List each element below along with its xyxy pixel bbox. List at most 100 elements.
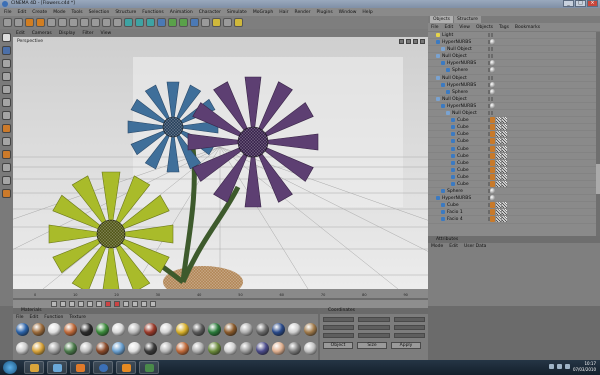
material-swatch[interactable] [96,323,109,336]
object-row[interactable]: Sphere [428,67,596,75]
texture-tag-icon[interactable] [502,173,507,180]
material-swatch[interactable] [288,323,301,336]
phong-tag-icon[interactable] [490,159,495,166]
redo-icon[interactable] [14,18,23,27]
material-swatch[interactable] [144,342,157,355]
object-row[interactable]: Null Object [428,96,596,103]
scrollbar-thumb[interactable] [596,164,600,194]
texture-tag-icon[interactable] [496,166,501,173]
phong-tag-icon[interactable] [490,216,495,223]
tags[interactable] [490,124,507,131]
material-swatch[interactable] [144,323,157,336]
tags[interactable] [490,138,507,145]
mat-menu-edit[interactable]: Edit [30,314,39,321]
size-x-field[interactable] [358,317,390,322]
render-picture-viewer-icon[interactable] [135,18,144,27]
material-swatch[interactable] [96,342,109,355]
clock[interactable]: 10:17 07/03/2010 [573,361,596,373]
material-tag-icon[interactable] [490,88,495,95]
cube-primitive-icon[interactable] [157,18,166,27]
taskbar-media[interactable] [70,361,90,374]
material-swatch[interactable] [16,342,29,355]
menu-help[interactable]: Help [362,10,372,15]
material-swatch[interactable] [160,323,173,336]
texture-tag-icon[interactable] [502,138,507,145]
visibility-flags[interactable] [488,111,494,116]
light-icon[interactable] [234,18,243,27]
points-mode-icon[interactable] [2,85,11,94]
texture-tag-icon[interactable] [502,180,507,187]
menu-hair[interactable]: Hair [279,10,288,15]
visibility-flags[interactable] [488,33,494,38]
taskbar-paint[interactable] [47,361,67,374]
material-swatch[interactable] [48,342,61,355]
visibility-flags[interactable] [488,47,494,52]
texture-tag-icon[interactable] [496,117,501,124]
material-swatch[interactable] [240,323,253,336]
position-key-icon[interactable] [132,301,138,307]
go-to-end-icon[interactable] [96,301,102,307]
mat-menu-texture[interactable]: Texture [69,314,85,321]
z-axis-icon[interactable] [102,18,111,27]
render-view-icon[interactable] [124,18,133,27]
visibility-flags[interactable] [488,54,494,59]
tags[interactable] [490,152,507,159]
snap-icon[interactable] [2,137,11,146]
play-backwards-icon[interactable] [69,301,75,307]
texture-tag-icon[interactable] [496,180,501,187]
om-menu-tags[interactable]: Tags [499,25,509,30]
record-icon[interactable] [105,301,111,307]
phong-tag-icon[interactable] [490,124,495,131]
taskbar-explorer[interactable] [24,361,44,374]
live-selection-icon[interactable] [25,18,34,27]
om-menu-file[interactable]: File [431,25,439,30]
material-tag-icon[interactable] [490,102,495,109]
menu-character[interactable]: Character [199,10,221,15]
undo-icon[interactable] [3,18,12,27]
phong-tag-icon[interactable] [490,202,495,209]
texture-tag-icon[interactable] [496,152,501,159]
menu-structure[interactable]: Structure [115,10,136,15]
tags[interactable] [490,202,507,209]
material-swatch[interactable] [128,342,141,355]
material-swatch[interactable] [128,323,141,336]
object-tree-scrollbar[interactable] [596,32,600,236]
texture-tag-icon[interactable] [502,131,507,138]
texture-tag-icon[interactable] [502,166,507,173]
object-row[interactable]: HyperNURBS [428,81,596,89]
texture-tag-icon[interactable] [502,216,507,223]
object-row[interactable]: Cube [428,202,596,210]
object-row[interactable]: Cube [428,145,596,153]
go-to-start-icon[interactable] [51,301,57,307]
maximize-button[interactable]: □ [575,0,586,7]
material-swatch[interactable] [176,342,189,355]
x-axis-icon[interactable] [80,18,89,27]
tags[interactable] [490,60,495,67]
pos-z-field[interactable] [323,333,355,338]
tags[interactable] [490,81,495,88]
menu-functions[interactable]: Functions [142,10,164,15]
pos-y-field[interactable] [323,325,355,330]
pan-icon[interactable] [399,39,404,44]
menu-animation[interactable]: Animation [170,10,193,15]
object-row[interactable]: Null Object [428,110,596,118]
volume-icon[interactable] [557,364,562,369]
object-row[interactable]: HyperNURBS [428,39,596,47]
object-row[interactable]: Cube [428,131,596,139]
nurbs-icon[interactable] [179,18,188,27]
object-row[interactable]: Cube [428,138,596,146]
phong-tag-icon[interactable] [490,180,495,187]
object-row[interactable]: Cube [428,152,596,160]
scale-key-icon[interactable] [141,301,147,307]
material-swatch[interactable] [32,323,45,336]
vp-menu-view[interactable]: View [100,31,111,36]
material-swatch[interactable] [224,342,237,355]
menu-render[interactable]: Render [295,10,311,15]
tags[interactable] [490,102,495,109]
texture-tag-icon[interactable] [502,159,507,166]
tags[interactable] [490,166,507,173]
move-icon[interactable] [36,18,45,27]
tags[interactable] [490,173,507,180]
zoom-icon[interactable] [406,39,411,44]
scale-icon[interactable] [47,18,56,27]
